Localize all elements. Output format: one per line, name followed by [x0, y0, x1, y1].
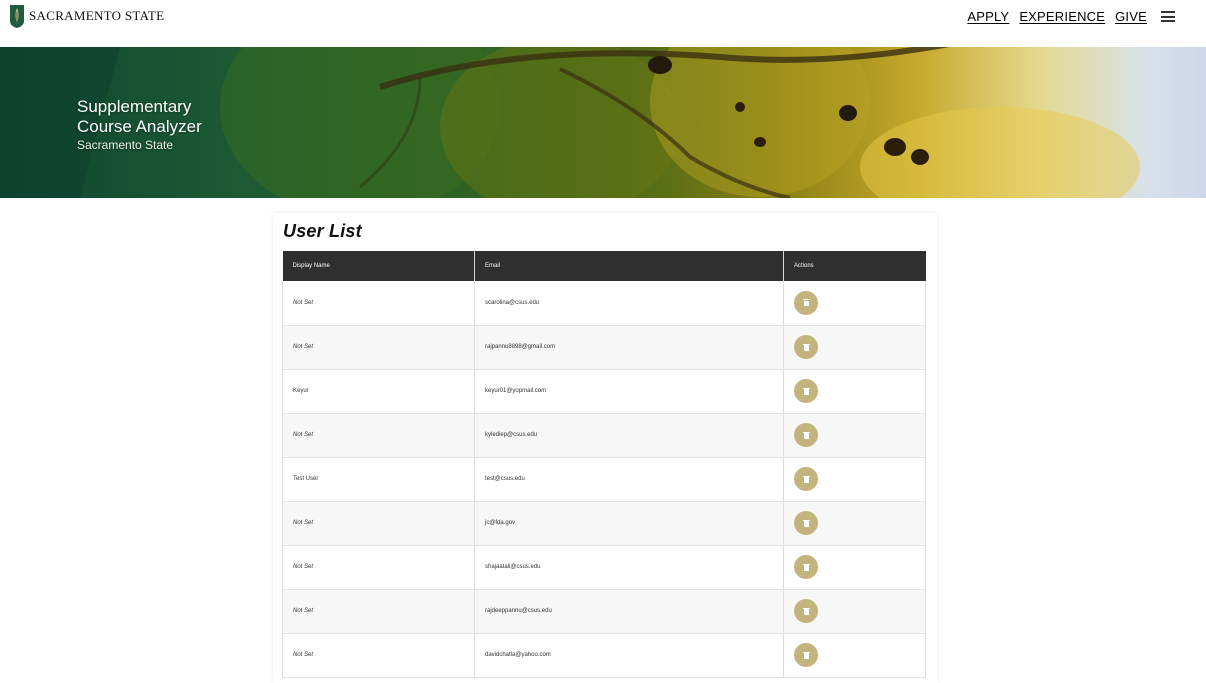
column-header-email: Email: [474, 251, 784, 281]
trash-icon: [802, 519, 810, 527]
actions-cell: [783, 589, 926, 634]
app-title-line-2: Course Analyzer: [77, 117, 202, 136]
display-name-cell: Not Set: [282, 589, 475, 634]
leaf-logo-icon: [10, 5, 24, 28]
email-cell: rajpannu8898@gmail.com: [474, 325, 784, 370]
delete-user-button[interactable]: [794, 379, 818, 403]
table-header-row: Display Name Email Actions: [282, 251, 926, 281]
display-name-cell: Not Set: [282, 501, 475, 546]
display-name-cell: Not Set: [282, 281, 475, 326]
app-subtitle: Sacramento State: [77, 138, 174, 152]
nav-link-give[interactable]: GIVE: [1115, 9, 1147, 24]
table-row: Not Set rajdeeppannu@csus.edu: [282, 589, 926, 634]
actions-cell: [783, 633, 926, 678]
app-title-line-1: Supplementary: [77, 97, 192, 116]
display-name-cell: Test User: [282, 457, 475, 502]
email-cell: jc@fda.gov: [474, 501, 784, 546]
hamburger-icon[interactable]: [1161, 11, 1175, 22]
hero-banner: Supplementary Course Analyzer Sacramento…: [0, 47, 1206, 198]
email-cell: scarolina@csus.edu: [474, 281, 784, 326]
delete-user-button[interactable]: [794, 423, 818, 447]
actions-cell: [783, 501, 926, 546]
delete-user-button[interactable]: [794, 599, 818, 623]
actions-cell: [783, 369, 926, 414]
sacramento-state-logo[interactable]: SACRAMENTO STATE: [9, 4, 164, 28]
trash-icon: [802, 387, 810, 395]
table-row: Not Set shajaatali@csus.edu: [282, 545, 926, 590]
actions-cell: [783, 545, 926, 590]
main-nav: APPLY EXPERIENCE GIVE: [967, 9, 1206, 24]
user-list-card: User List Display Name Email Actions Not…: [273, 213, 937, 683]
trash-icon: [802, 343, 810, 351]
nav-link-experience[interactable]: EXPERIENCE: [1019, 9, 1105, 24]
display-name-cell: Not Set: [282, 413, 475, 458]
trash-icon: [802, 431, 810, 439]
trash-icon: [802, 475, 810, 483]
actions-cell: [783, 457, 926, 502]
delete-user-button[interactable]: [794, 335, 818, 359]
trash-icon: [802, 651, 810, 659]
column-header-actions: Actions: [783, 251, 926, 281]
delete-user-button[interactable]: [794, 643, 818, 667]
email-cell: kylediep@csus.edu: [474, 413, 784, 458]
email-cell: shajaatali@csus.edu: [474, 545, 784, 590]
email-cell: rajdeeppannu@csus.edu: [474, 589, 784, 634]
table-row: Not Set rajpannu8898@gmail.com: [282, 325, 926, 370]
display-name-cell: Keyur: [282, 369, 475, 414]
actions-cell: [783, 413, 926, 458]
trash-icon: [802, 563, 810, 571]
table-row: Not Set scarolina@csus.edu: [282, 281, 926, 326]
table-row: Not Set jc@fda.gov: [282, 501, 926, 546]
trash-icon: [802, 299, 810, 307]
table-row: Not Set davidchatla@yahoo.com: [282, 633, 926, 678]
top-navbar: SACRAMENTO STATE APPLY EXPERIENCE GIVE: [0, 0, 1206, 47]
actions-cell: [783, 325, 926, 370]
table-row: Not Set kylediep@csus.edu: [282, 413, 926, 458]
column-header-display-name: Display Name: [282, 251, 475, 281]
table-row: Test User test@csus.edu: [282, 457, 926, 502]
display-name-cell: Not Set: [282, 545, 475, 590]
email-cell: keyur01@yopmail.com: [474, 369, 784, 414]
user-table: Display Name Email Actions Not Set scaro…: [282, 251, 926, 678]
brand-name: SACRAMENTO STATE: [29, 8, 165, 23]
delete-user-button[interactable]: [794, 290, 818, 315]
hero-text-block: Supplementary Course Analyzer Sacramento…: [77, 97, 202, 152]
display-name-cell: Not Set: [282, 325, 475, 370]
email-cell: test@csus.edu: [474, 457, 784, 502]
email-cell: davidchatla@yahoo.com: [474, 633, 784, 678]
nav-link-apply[interactable]: APPLY: [967, 9, 1009, 24]
page-title: User List: [283, 221, 362, 241]
display-name-cell: Not Set: [282, 633, 475, 678]
trash-icon: [802, 607, 810, 615]
delete-user-button[interactable]: [794, 467, 818, 491]
delete-user-button[interactable]: [794, 511, 818, 535]
table-row: Keyur keyur01@yopmail.com: [282, 369, 926, 414]
actions-cell: [783, 281, 926, 326]
delete-user-button[interactable]: [794, 555, 818, 579]
